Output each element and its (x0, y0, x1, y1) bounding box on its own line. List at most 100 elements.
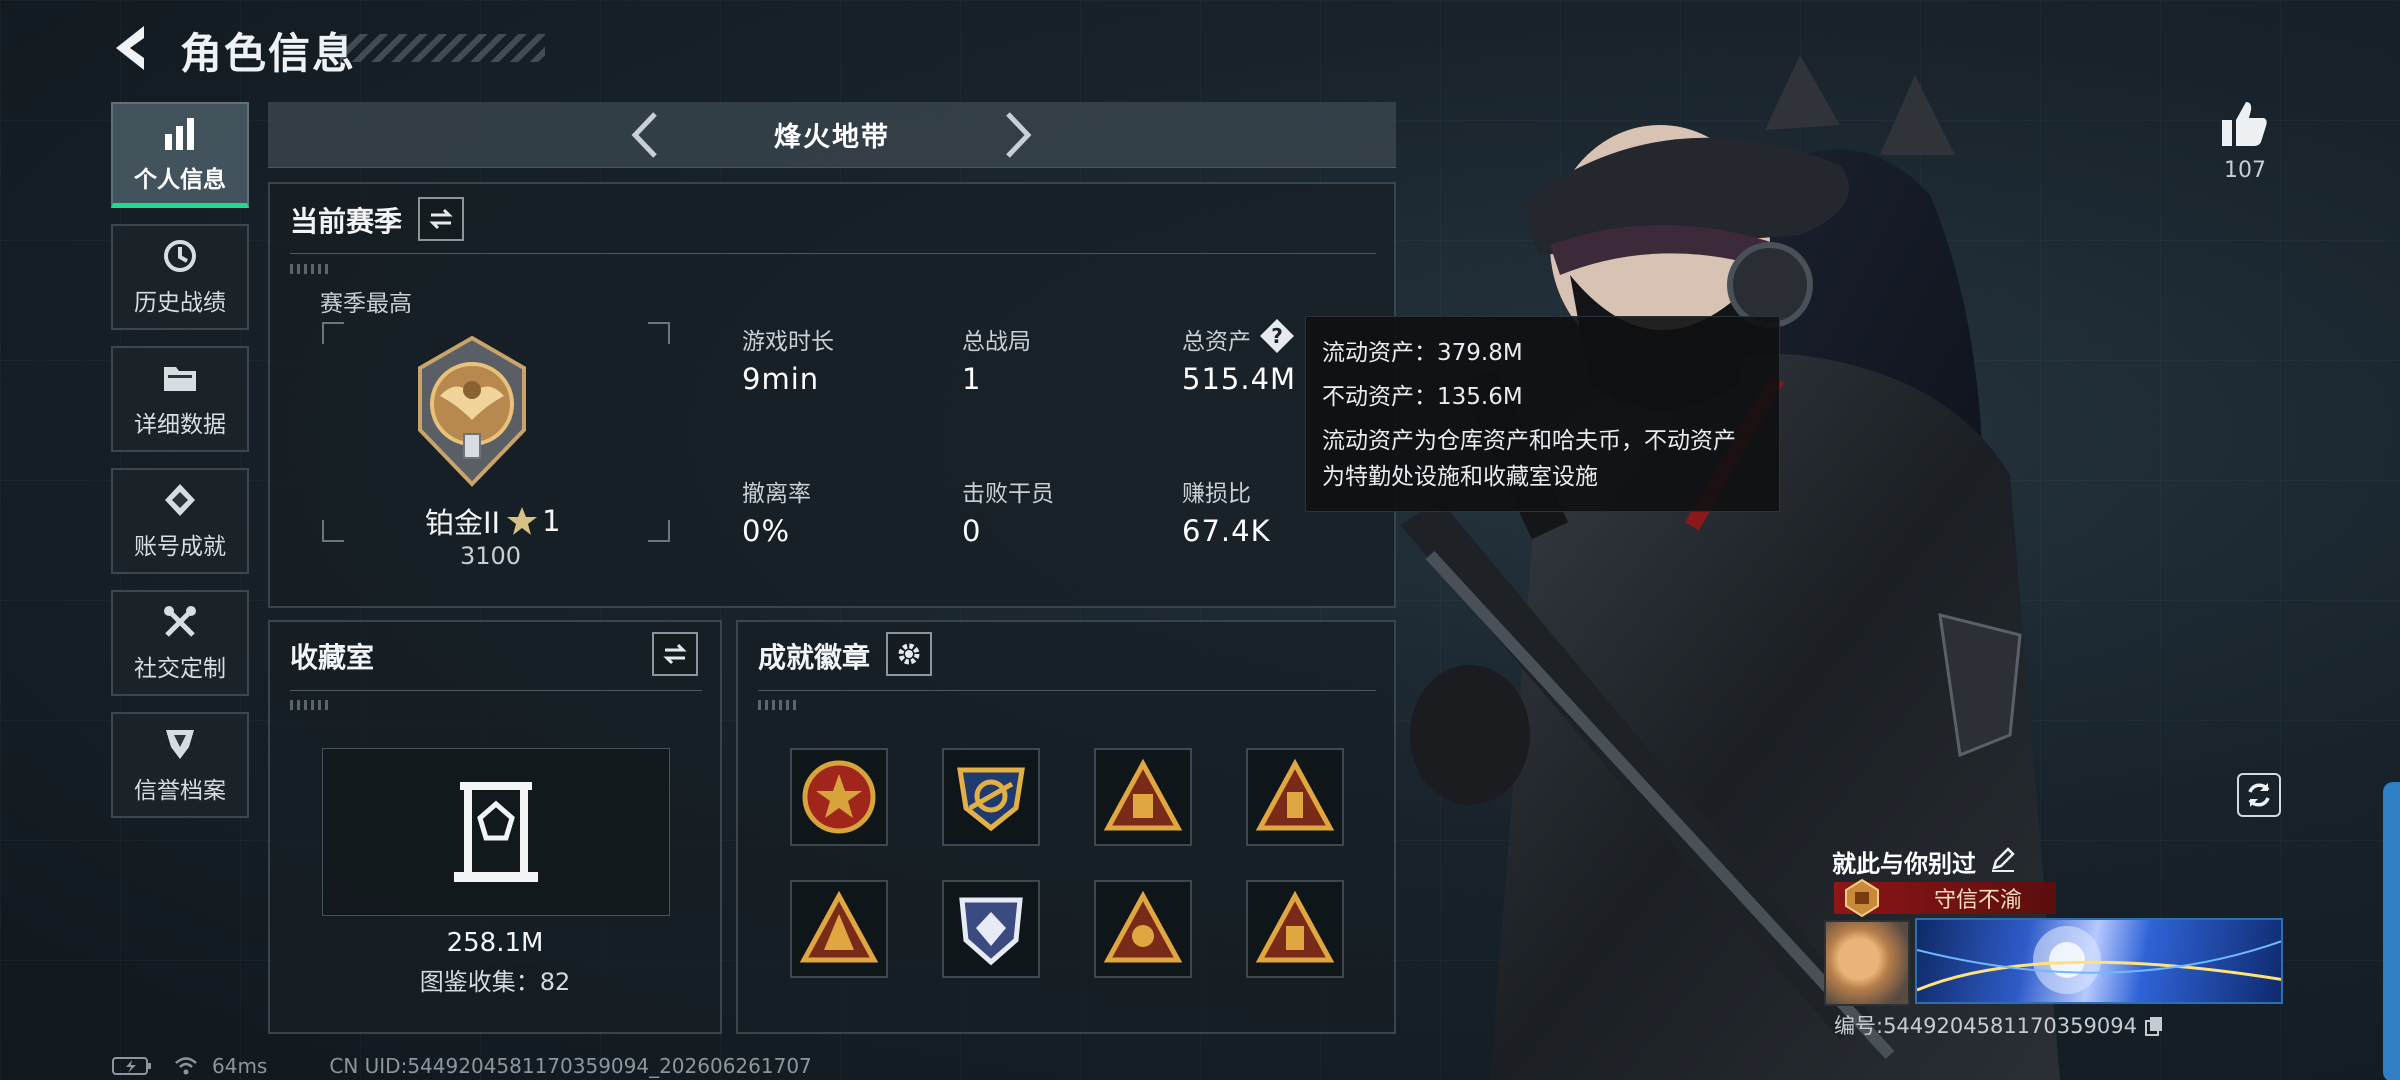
stat-label-extraction-rate: 撤离率 (742, 481, 811, 507)
rotate-character-button[interactable] (2237, 773, 2281, 817)
swap-icon (429, 208, 453, 230)
frame-corner (322, 322, 344, 344)
avatar[interactable] (1824, 920, 1910, 1006)
tooltip-description-2: 为特勤处设施和收藏室设施 (1322, 464, 1598, 490)
credit-tag: 守信不渝 (1834, 878, 2056, 918)
tooltip-description-1: 流动资产为仓库资产和哈夫币，不动资产 (1322, 428, 1736, 454)
badge-slot[interactable] (1094, 748, 1192, 846)
badges-settings-button[interactable] (886, 632, 932, 676)
title-decoration (340, 34, 545, 62)
nav-item-history[interactable]: 历史战绩 (111, 224, 249, 330)
achievement-icon (165, 484, 195, 516)
nav-item-detailed-data[interactable]: 详细数据 (111, 346, 249, 452)
collection-count: 图鉴收集：82 (419, 968, 571, 996)
badge-slot[interactable] (1094, 880, 1192, 978)
season-divider (290, 253, 1376, 254)
edit-pencil-icon[interactable] (1990, 846, 2016, 872)
stat-label-playtime: 游戏时长 (742, 329, 834, 355)
triangle-gold-badge-3 (799, 890, 879, 963)
nav-item-achievements[interactable]: 账号成就 (111, 468, 249, 574)
badge-slot[interactable] (942, 880, 1040, 978)
stat-value-playtime: 9min (742, 362, 820, 396)
frame-corner (648, 520, 670, 542)
badge-slot[interactable] (1246, 748, 1344, 846)
nav-item-credit-record[interactable]: 信誉档案 (111, 712, 249, 818)
stat-label-matches: 总战局 (962, 329, 1031, 355)
decor-stripes (290, 700, 330, 710)
stat-value-profit-ratio: 67.4K (1182, 514, 1271, 548)
stat-value-total-assets: 515.4M (1182, 362, 1297, 396)
display-case-icon (454, 782, 538, 882)
nav-label: 历史战绩 (134, 290, 226, 316)
badges-title: 成就徽章 (758, 641, 871, 674)
triangle-gold-badge-4 (1103, 890, 1183, 963)
wifi-icon (175, 1057, 197, 1075)
chevron-left-icon[interactable] (625, 110, 665, 160)
nav-item-social-custom[interactable]: 社交定制 (111, 590, 249, 696)
collection-value: 258.1M (446, 928, 544, 958)
thumbs-up-icon[interactable] (2218, 98, 2270, 150)
badge-slot[interactable] (942, 748, 1040, 846)
tooltip-fixed-assets: 不动资产：135.6M (1322, 384, 1523, 410)
collection-divider (290, 690, 702, 691)
nav-label: 个人信息 (134, 166, 226, 193)
rank-score: 3100 (460, 542, 522, 570)
collection-switch-button[interactable] (652, 632, 698, 676)
bar-chart-icon (165, 117, 194, 150)
stat-value-kills: 0 (962, 514, 982, 548)
stat-value-extraction-rate: 0% (742, 514, 791, 548)
collection-title: 收藏室 (290, 641, 375, 674)
credit-shield-icon (166, 730, 194, 759)
profile-banner[interactable] (1915, 918, 2283, 1004)
stat-value-matches: 1 (962, 362, 982, 396)
like-count: 107 (2224, 158, 2266, 183)
badge-slot[interactable] (790, 748, 888, 846)
swap-icon (663, 643, 687, 665)
platinum-rank-emblem (418, 335, 526, 487)
rotate-icon (2248, 783, 2270, 807)
history-clock-icon (164, 240, 196, 272)
nav-item-personal-info[interactable]: 个人信息 (111, 102, 249, 208)
battery-icon (112, 1057, 151, 1075)
profile-uid: 编号:5449204581170359094 (1834, 1010, 2165, 1040)
season-switch-button[interactable] (418, 197, 464, 241)
help-icon[interactable]: ? (1258, 317, 1296, 355)
credit-medal-icon (1845, 878, 1879, 918)
back-arrow-icon[interactable] (110, 22, 156, 74)
svg-text:?: ? (1271, 324, 1283, 348)
diamond-shield-badge (959, 897, 1023, 966)
rank-stars: 1 (542, 504, 561, 538)
folder-icon (164, 367, 196, 391)
status-bar: 64ms CN UID:5449204581170359094_20260626… (112, 1052, 812, 1080)
stat-label-profit-ratio: 赚损比 (1182, 481, 1251, 507)
tooltip-liquid-assets: 流动资产：379.8M (1322, 340, 1523, 366)
tools-icon (164, 606, 196, 637)
page-title: 角色信息 (180, 29, 357, 78)
triangle-gold-badge-5 (1255, 890, 1335, 963)
nav-label: 账号成就 (134, 534, 226, 560)
status-uid-text: CN UID:5449204581170359094_202606261707 (329, 1054, 812, 1078)
eagle-shield-badge (957, 767, 1025, 832)
nav-label: 信誉档案 (134, 778, 226, 804)
banner-artwork (1917, 926, 2281, 994)
frame-corner (648, 322, 670, 344)
nav-label: 社交定制 (134, 656, 226, 682)
badge-slot[interactable] (790, 880, 888, 978)
rank-name: 铂金II (425, 506, 501, 540)
badges-divider (758, 690, 1376, 691)
decor-stripes (290, 264, 330, 274)
chevron-right-icon[interactable] (998, 110, 1038, 160)
mode-selector: 烽火地带 (268, 102, 1396, 168)
profile-uid-text: 编号:5449204581170359094 (1834, 1014, 2137, 1038)
gear-icon (898, 643, 920, 665)
signature-text: 就此与你别过 (1832, 850, 1976, 878)
triangle-gold-badge-2 (1255, 758, 1335, 831)
copy-icon[interactable] (2143, 1014, 2165, 1036)
badge-slot[interactable] (1246, 880, 1344, 978)
frame-corner (322, 520, 344, 542)
ping-text: 64ms (212, 1054, 268, 1078)
season-best-label: 赛季最高 (320, 291, 412, 317)
side-drawer-tab[interactable] (2383, 782, 2400, 1080)
triangle-gold-badge-1 (1103, 758, 1183, 831)
star-icon (507, 507, 538, 535)
